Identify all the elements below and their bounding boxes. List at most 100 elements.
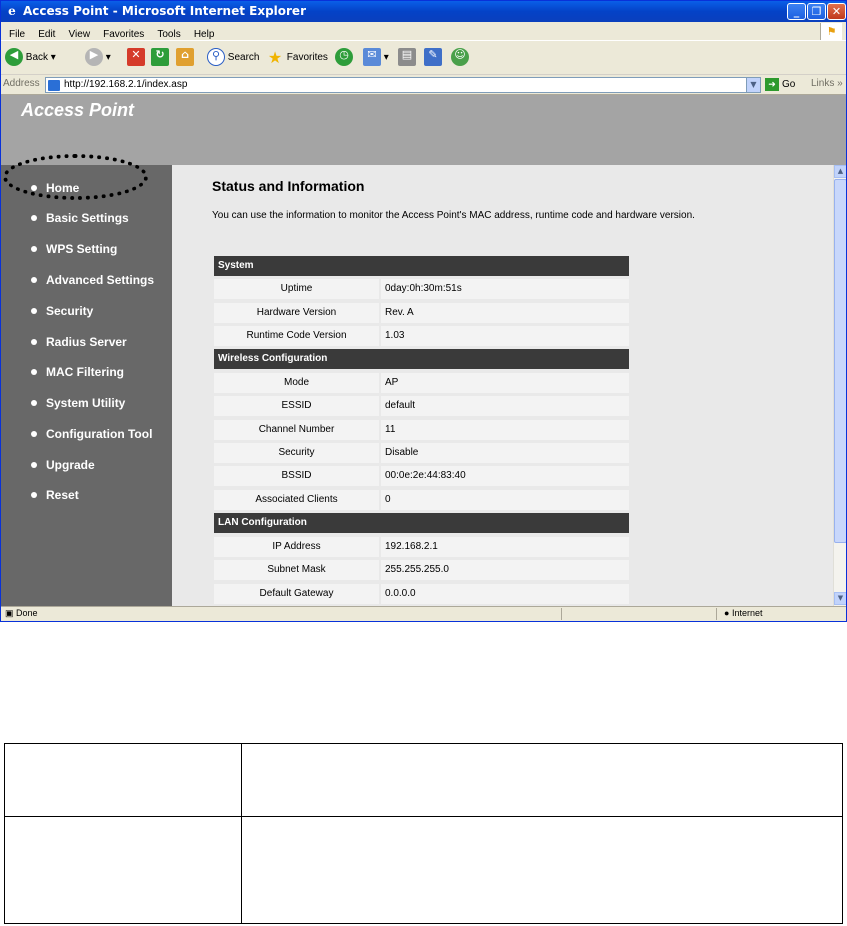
vertical-scrollbar[interactable]: ▲ ▼ bbox=[833, 165, 846, 606]
page-done-icon: ▣ bbox=[5, 608, 14, 618]
status-divider bbox=[716, 608, 717, 620]
info-key: Associated Clients bbox=[214, 490, 379, 510]
info-key: IP Address bbox=[214, 537, 379, 557]
nav-wps-setting-label: WPS Setting bbox=[46, 242, 118, 256]
go-button[interactable]: ➜ Go bbox=[765, 78, 795, 91]
scroll-up-icon[interactable]: ▲ bbox=[834, 165, 846, 178]
nav-basic-settings[interactable]: Basic Settings bbox=[31, 208, 129, 228]
home-icon: ⌂ bbox=[176, 48, 194, 67]
menu-bar: File Edit View Favorites Tools Help ⚑ bbox=[1, 22, 846, 41]
info-value: 00:0e:2e:44:83:40 bbox=[381, 466, 629, 486]
info-row: IP Address 192.168.2.1 bbox=[214, 537, 629, 557]
window-title: Access Point - Microsoft Internet Explor… bbox=[23, 4, 306, 18]
bullet-icon bbox=[31, 276, 37, 283]
bullet-icon bbox=[31, 307, 37, 314]
nav-configuration-tool[interactable]: Configuration Tool bbox=[31, 424, 152, 444]
info-key: Subnet Mask bbox=[214, 560, 379, 580]
history-icon: ◷ bbox=[335, 48, 353, 67]
go-arrow-icon: ➜ bbox=[765, 78, 779, 91]
nav-system-utility[interactable]: System Utility bbox=[31, 393, 125, 413]
messenger-button[interactable]: ☺ bbox=[451, 47, 469, 69]
nav-upgrade[interactable]: Upgrade bbox=[31, 455, 95, 475]
nav-configuration-tool-label: Configuration Tool bbox=[46, 427, 153, 441]
info-key: Default Gateway bbox=[214, 584, 379, 604]
info-row: ESSID default bbox=[214, 396, 629, 416]
info-value: default bbox=[381, 396, 629, 416]
nav-security[interactable]: Security bbox=[31, 301, 93, 321]
bullet-icon bbox=[31, 399, 37, 406]
info-row: Runtime Code Version 1.03 bbox=[214, 326, 629, 346]
scroll-thumb[interactable] bbox=[834, 179, 846, 543]
back-arrow-icon: ◀ bbox=[5, 48, 23, 67]
mail-icon: ✉ bbox=[363, 48, 381, 67]
sidebar-nav: Home Basic Settings WPS Setting Advanced… bbox=[1, 165, 172, 606]
search-label: Search bbox=[227, 52, 260, 63]
info-value: 0day:0h:30m:51s bbox=[381, 279, 629, 299]
print-button[interactable]: ▤ bbox=[398, 47, 416, 69]
links-button[interactable]: Links » bbox=[811, 78, 843, 89]
bullet-icon bbox=[31, 245, 37, 252]
forward-button[interactable]: ▶ ▾ bbox=[85, 47, 111, 69]
mail-button[interactable]: ✉ ▾ bbox=[363, 47, 389, 69]
nav-radius-server[interactable]: Radius Server bbox=[31, 332, 127, 352]
info-value: 255.255.255.0 bbox=[381, 560, 629, 580]
favorites-button[interactable]: ★ Favorites bbox=[266, 47, 328, 69]
refresh-icon: ↻ bbox=[151, 48, 169, 67]
info-row: Hardware Version Rev. A bbox=[214, 303, 629, 323]
table-cell bbox=[241, 816, 843, 924]
toolbar: ◀ Back ▾ ▶ ▾ ✕ ↻ ⌂ ⚲ Search ★ Favorites … bbox=[1, 41, 846, 75]
address-input[interactable]: http://192.168.2.1/index.asp ▼ bbox=[45, 77, 761, 93]
info-row: Uptime 0day:0h:30m:51s bbox=[214, 279, 629, 299]
info-row: Mode AP bbox=[214, 373, 629, 393]
close-button[interactable]: ✕ bbox=[827, 3, 846, 20]
back-label: Back bbox=[25, 52, 49, 63]
info-row: Subnet Mask 255.255.255.0 bbox=[214, 560, 629, 580]
info-value: 0.0.0.0 bbox=[381, 584, 629, 604]
bullet-icon bbox=[31, 461, 37, 468]
home-highlight-annotation bbox=[3, 154, 148, 200]
nav-reset[interactable]: Reset bbox=[31, 485, 79, 505]
info-value: 1.03 bbox=[381, 326, 629, 346]
ie-logo-icon: e bbox=[8, 4, 16, 18]
links-label: Links bbox=[811, 78, 835, 89]
title-bar: e Access Point - Microsoft Internet Expl… bbox=[1, 1, 846, 22]
nav-system-utility-label: System Utility bbox=[46, 396, 126, 410]
table-cell bbox=[4, 743, 242, 817]
address-bar: Address http://192.168.2.1/index.asp ▼ ➜… bbox=[1, 75, 846, 95]
minimize-button[interactable]: _ bbox=[787, 3, 806, 20]
info-row: Associated Clients 0 bbox=[214, 490, 629, 510]
nav-advanced-settings[interactable]: Advanced Settings bbox=[31, 270, 154, 290]
zone-label: Internet bbox=[731, 608, 763, 618]
scroll-down-icon[interactable]: ▼ bbox=[834, 592, 846, 605]
address-dropdown-icon[interactable]: ▼ bbox=[746, 78, 760, 92]
address-url: http://192.168.2.1/index.asp bbox=[64, 79, 188, 90]
home-button[interactable]: ⌂ bbox=[176, 47, 194, 69]
print-icon: ▤ bbox=[398, 48, 416, 67]
nav-reset-label: Reset bbox=[46, 488, 79, 502]
nav-basic-settings-label: Basic Settings bbox=[46, 211, 129, 225]
stop-button[interactable]: ✕ bbox=[127, 47, 145, 69]
refresh-button[interactable]: ↻ bbox=[151, 47, 169, 69]
info-value: 11 bbox=[381, 420, 629, 440]
messenger-icon: ☺ bbox=[451, 48, 469, 67]
favorites-star-icon: ★ bbox=[267, 48, 283, 68]
back-button[interactable]: ◀ Back ▾ bbox=[5, 47, 56, 69]
status-done-label: Done bbox=[16, 608, 38, 618]
nav-wps-setting[interactable]: WPS Setting bbox=[31, 239, 117, 259]
info-row: BSSID 00:0e:2e:44:83:40 bbox=[214, 466, 629, 486]
maximize-button[interactable]: ❐ bbox=[807, 3, 826, 20]
edit-page-icon: ✎ bbox=[424, 48, 442, 67]
security-zone: ● Internet bbox=[724, 608, 762, 618]
info-key: Runtime Code Version bbox=[214, 326, 379, 346]
history-button[interactable]: ◷ bbox=[335, 47, 353, 69]
page-title: Status and Information bbox=[212, 178, 365, 194]
section-header-lan: LAN Configuration bbox=[214, 513, 629, 533]
nav-mac-filtering[interactable]: MAC Filtering bbox=[31, 362, 124, 382]
favorites-label: Favorites bbox=[286, 52, 328, 63]
search-button[interactable]: ⚲ Search bbox=[207, 47, 259, 69]
info-key: ESSID bbox=[214, 396, 379, 416]
edit-button[interactable]: ✎ bbox=[424, 47, 442, 69]
status-bar: ▣ Done ● Internet bbox=[1, 606, 846, 621]
info-key: Channel Number bbox=[214, 420, 379, 440]
globe-icon: ● bbox=[724, 608, 730, 618]
